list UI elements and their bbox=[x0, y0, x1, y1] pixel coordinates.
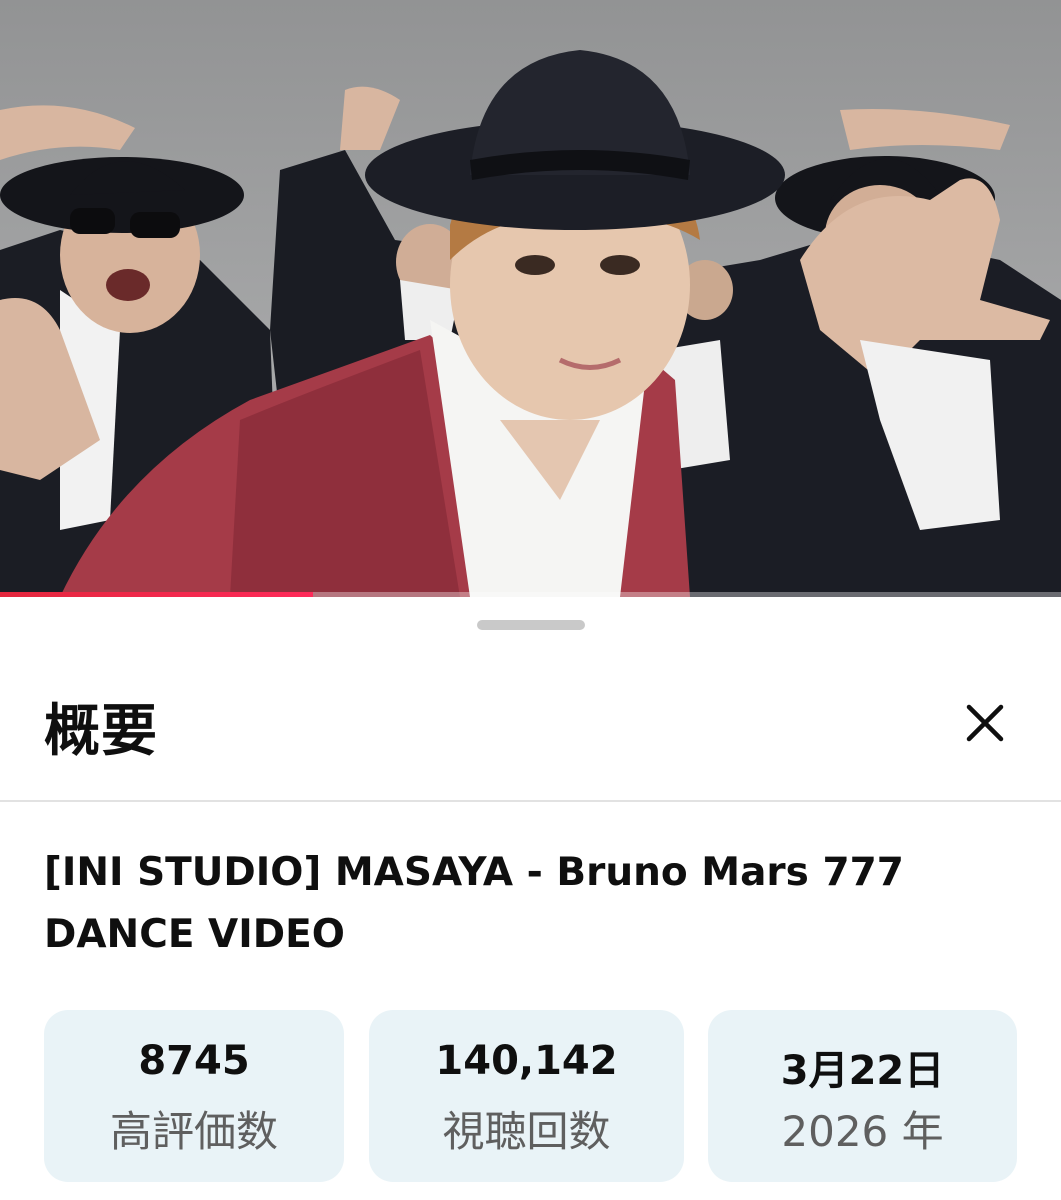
publish-year: 2026 年 bbox=[781, 1107, 944, 1156]
views-label: 視聴回数 bbox=[442, 1107, 611, 1156]
video-thumbnail bbox=[0, 0, 1061, 597]
close-button[interactable] bbox=[955, 693, 1015, 753]
sheet-title: 概要 bbox=[44, 699, 158, 764]
progress-bar[interactable] bbox=[0, 592, 1061, 597]
divider bbox=[0, 800, 1061, 802]
likes-count: 8745 bbox=[138, 1038, 250, 1084]
video-title: [INI STUDIO] MASAYA - Bruno Mars 777 DAN… bbox=[44, 850, 904, 957]
views-stat: 140,142 視聴回数 bbox=[369, 1010, 684, 1182]
description-sheet: 概要 [INI STUDIO] MASAYA - Bruno Mars 777 … bbox=[0, 598, 1061, 1200]
close-icon bbox=[966, 704, 1004, 742]
likes-stat: 8745 高評価数 bbox=[44, 1010, 344, 1182]
drag-handle[interactable] bbox=[477, 620, 585, 630]
likes-label: 高評価数 bbox=[109, 1107, 278, 1156]
publish-date: 3月22日 bbox=[780, 1048, 945, 1094]
video-player[interactable] bbox=[0, 0, 1061, 597]
views-count: 140,142 bbox=[435, 1038, 618, 1084]
progress-bar-fill bbox=[0, 592, 313, 597]
date-stat: 3月22日 2026 年 bbox=[708, 1010, 1017, 1182]
